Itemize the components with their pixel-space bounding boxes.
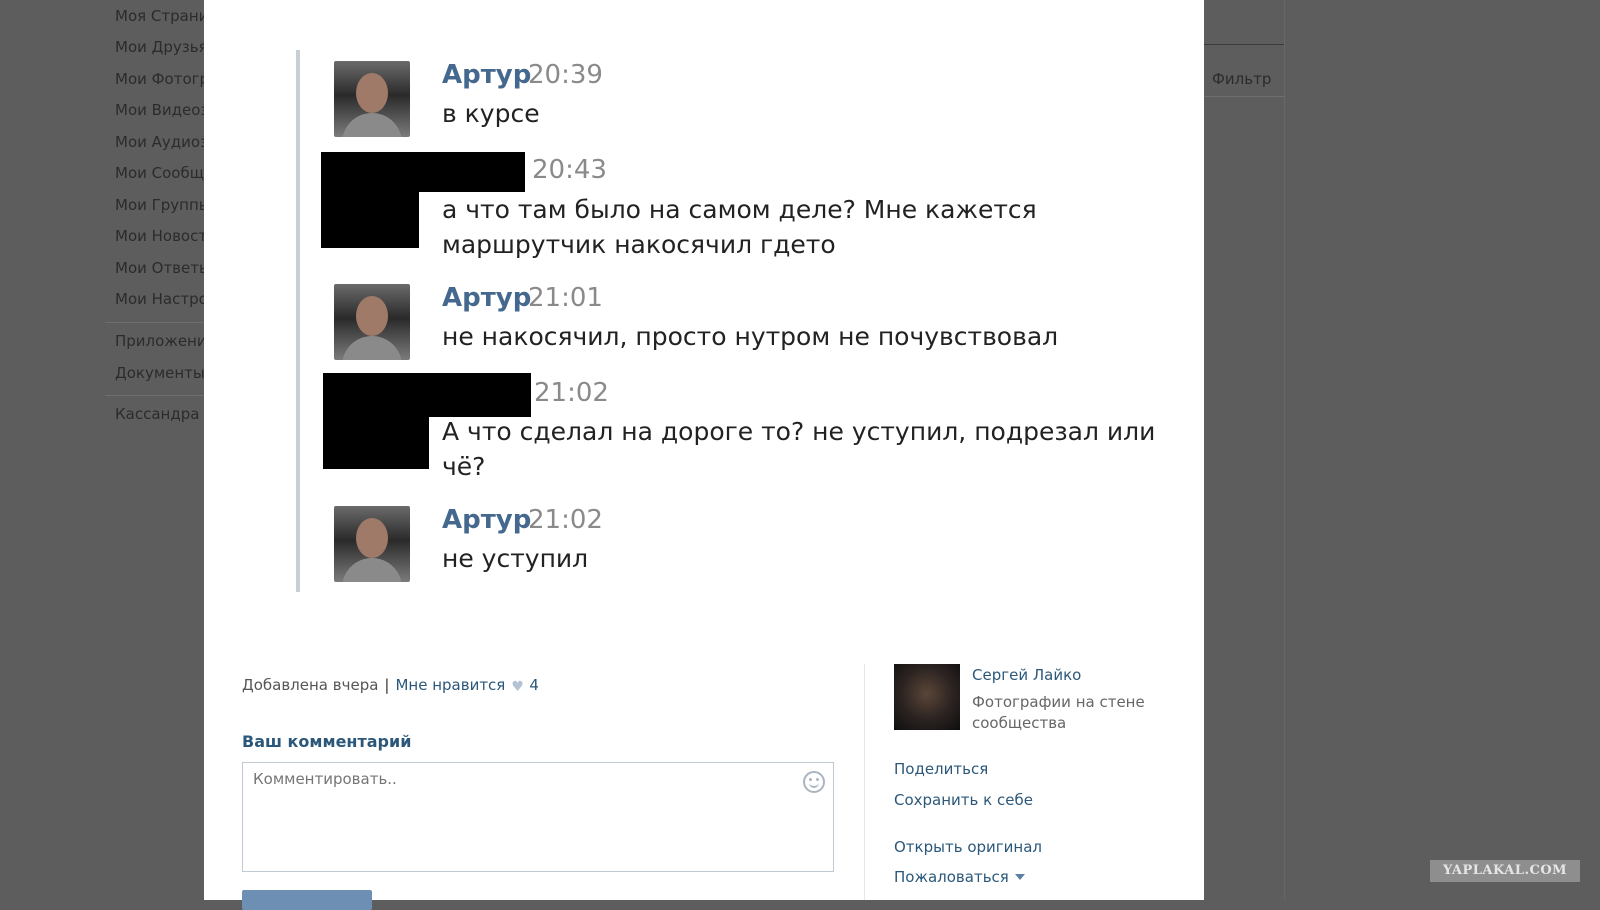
message-time: 20:43	[532, 155, 607, 185]
header-divider	[1204, 44, 1284, 45]
message-time: 21:02	[528, 505, 603, 535]
nav-divider	[105, 322, 204, 323]
left-navigation: Моя Страни Мои Друзья Мои Фотогр Мои Вид…	[0, 0, 211, 900]
nav-item-my-page[interactable]: Моя Страни	[115, 7, 208, 25]
added-date: Добавлена вчера	[242, 676, 379, 694]
nav-item-audio[interactable]: Мои Аудиоз	[115, 133, 208, 151]
nav-item-messages[interactable]: Мои Сообщ	[115, 164, 204, 182]
avatar	[334, 506, 410, 582]
share-link[interactable]: Поделиться	[894, 760, 988, 778]
comment-box[interactable]	[242, 762, 834, 872]
nav-item-kassandra[interactable]: Кассандра	[115, 405, 199, 423]
nav-item-settings[interactable]: Мои Настро	[115, 290, 208, 308]
redacted-name	[321, 152, 525, 192]
smile-icon[interactable]	[803, 771, 825, 793]
message-author: Артур	[442, 60, 532, 90]
watermark-logo: YAPLAKAL.COM	[1430, 860, 1580, 882]
save-link[interactable]: Сохранить к себе	[894, 791, 1033, 809]
nav-item-friends[interactable]: Мои Друзья	[115, 38, 208, 56]
author-subtitle[interactable]: Фотографии на стене сообщества	[972, 692, 1162, 734]
nav-item-answers[interactable]: Мои Ответы	[115, 259, 211, 277]
quote-bar	[296, 50, 300, 592]
avatar	[334, 284, 410, 360]
message-text: а что там было на самом деле? Мне кажетс…	[442, 195, 1037, 259]
redacted-avatar	[321, 192, 419, 248]
report-link[interactable]: Пожаловаться	[894, 868, 1025, 886]
redacted-avatar	[323, 417, 429, 469]
like-button[interactable]: Мне нравится	[395, 676, 505, 694]
nav-item-news[interactable]: Мои Новост	[115, 227, 207, 245]
nav-item-apps[interactable]: Приложени	[115, 332, 207, 350]
message-text: в курсе	[442, 99, 540, 128]
author-avatar[interactable]	[894, 664, 960, 730]
comment-heading: Ваш комментарий	[242, 732, 412, 751]
like-count[interactable]: 4	[529, 676, 539, 694]
message-author: Артур	[442, 283, 532, 313]
info-separator: |	[384, 676, 390, 694]
nav-item-groups[interactable]: Мои Группы	[115, 196, 211, 214]
message-time: 21:02	[534, 378, 609, 408]
redacted-name	[323, 373, 531, 417]
send-comment-button[interactable]	[242, 890, 372, 910]
chat-screenshot-photo[interactable]: Артур 20:39 в курсе 20:43 а что там было…	[244, 0, 1155, 640]
report-label[interactable]: Пожаловаться	[894, 868, 1009, 886]
filter-divider	[1204, 96, 1284, 97]
avatar	[334, 61, 410, 137]
right-background-area: Фильтр	[1204, 0, 1285, 900]
nav-item-videos[interactable]: Мои Видеоз	[115, 101, 208, 119]
filter-link[interactable]: Фильтр	[1212, 70, 1271, 88]
nav-item-documents[interactable]: Документы	[115, 364, 205, 382]
message-time: 20:39	[528, 60, 603, 90]
sidebar-divider	[864, 664, 865, 900]
chevron-down-icon[interactable]	[1014, 874, 1025, 880]
comment-input[interactable]	[251, 769, 795, 789]
message-author: Артур	[442, 505, 532, 535]
author-name[interactable]: Сергей Лайко	[972, 666, 1081, 684]
photo-info-line: Добавлена вчера | Мне нравится ♥ 4	[242, 676, 539, 694]
nav-divider	[105, 395, 204, 396]
message-text: не уступил	[442, 544, 589, 573]
photo-viewer: Артур 20:39 в курсе 20:43 а что там было…	[204, 0, 1204, 910]
heart-icon[interactable]: ♥	[511, 680, 525, 694]
message-text: не накосячил, просто нутром не почувство…	[442, 322, 1059, 351]
message-text: А что сделал на дороге то? не уступил, п…	[442, 417, 1156, 481]
message-time: 21:01	[528, 283, 603, 313]
open-original-link[interactable]: Открыть оригинал	[894, 838, 1042, 856]
nav-item-photos[interactable]: Мои Фотогр	[115, 70, 209, 88]
